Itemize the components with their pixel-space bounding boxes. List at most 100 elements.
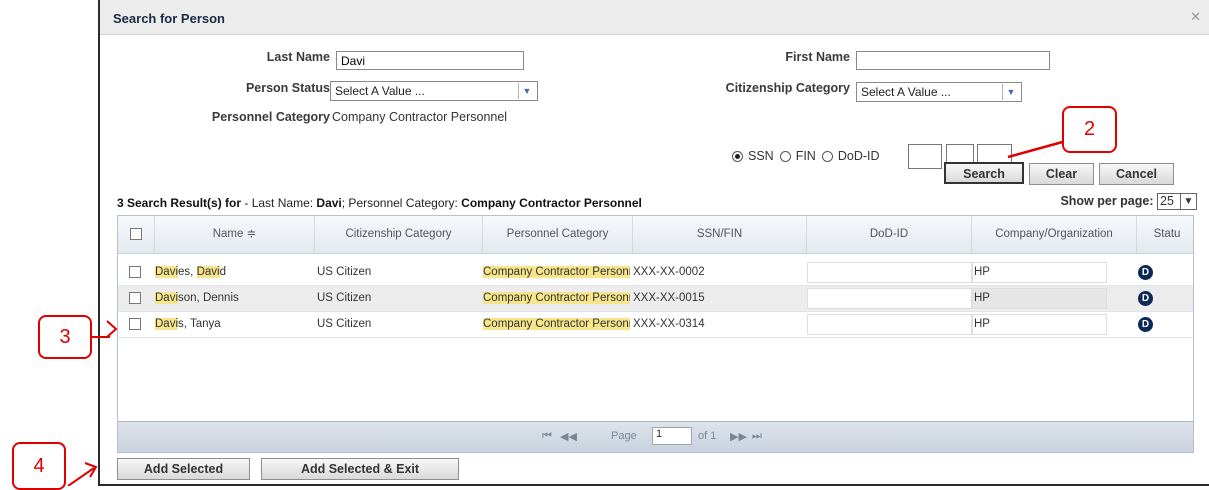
status-d-icon[interactable]: D (1138, 317, 1153, 332)
callout-3: 3 (38, 315, 92, 359)
ssn-cell: XXX-XX-0002 (633, 266, 705, 278)
per-page-control: Show per page: 25 ▼ (1060, 193, 1197, 210)
column-header-dod-id[interactable]: DoD-ID (807, 216, 972, 253)
column-header-company[interactable]: Company/Organization (972, 216, 1137, 253)
citizenship-category-select[interactable]: Select A Value ... ▼ (856, 82, 1022, 102)
table-row[interactable]: Davison, Dennis US Citizen Company Contr… (118, 286, 1193, 312)
citizenship-cell: US Citizen (317, 266, 372, 278)
fin-radio[interactable] (779, 150, 791, 162)
first-name-label: First Name (785, 50, 850, 64)
results-criteria-mid: ; Personnel Category: (341, 196, 462, 210)
chevron-down-icon[interactable]: ▼ (1180, 194, 1196, 209)
citizenship-category-value: Select A Value ... (861, 85, 951, 99)
next-page-icon[interactable]: ▶▶ (730, 430, 747, 443)
pagination-bar: ⏮ ◀◀ Page 1 of 1 ▶▶ ⏭ (118, 421, 1193, 452)
name-text: s, Tanya (178, 318, 221, 330)
last-page-icon[interactable]: ⏭ (752, 430, 762, 443)
personnel-category-value: Company Contractor Personnel (332, 110, 508, 124)
name-text: es, (178, 266, 197, 278)
category-highlight: Company Contractor Personn (483, 292, 630, 304)
callout-4-arrow-line (67, 467, 95, 486)
last-name-input[interactable] (336, 51, 524, 70)
clear-button[interactable]: Clear (1029, 163, 1094, 185)
personnel-category-cell: Company Contractor Personn (483, 312, 630, 337)
results-summary: 3 Search Result(s) for - Last Name: Davi… (117, 196, 642, 210)
company-cell: HP (974, 266, 990, 278)
add-selected-button[interactable]: Add Selected (117, 458, 250, 480)
callout-2: 2 (1062, 106, 1117, 153)
results-count: 3 Search Result(s) for (117, 196, 242, 210)
company-cell-box (972, 314, 1107, 335)
table-header: Name ≑ Citizenship Category Personnel Ca… (118, 216, 1193, 254)
results-category: Company Contractor Personnel (461, 196, 642, 210)
name-cell: Davis, Tanya (155, 312, 221, 337)
search-person-dialog: Search for Person ✕ Last Name Person Sta… (98, 0, 1209, 486)
ssn-cell: XXX-XX-0314 (633, 318, 705, 330)
column-header-ssn-fin[interactable]: SSN/FIN (633, 216, 807, 253)
dod-id-cell (807, 262, 972, 283)
name-text: son, Dennis (178, 292, 239, 304)
row-checkbox[interactable] (129, 317, 141, 330)
citizenship-category-label: Citizenship Category (725, 81, 850, 95)
results-last-name: Davi (316, 196, 342, 210)
results-criteria-prefix: - Last Name: (241, 196, 317, 210)
per-page-value: 25 (1160, 194, 1174, 208)
chevron-down-icon[interactable]: ▼ (1002, 84, 1019, 100)
per-page-select[interactable]: 25 ▼ (1157, 193, 1197, 210)
dialog-title: Search for Person (113, 11, 225, 26)
column-header-name[interactable]: Name ≑ (155, 216, 315, 253)
first-page-icon[interactable]: ⏮ (542, 430, 552, 443)
add-selected-exit-button[interactable]: Add Selected & Exit (261, 458, 459, 480)
personnel-category-cell: Company Contractor Personn (483, 286, 630, 311)
last-name-label: Last Name (266, 50, 330, 64)
person-status-label: Person Status (245, 81, 330, 95)
fin-radio-label: FIN (795, 149, 816, 163)
personnel-category-cell: Company Contractor Personn (483, 260, 630, 285)
ssn-radio[interactable] (732, 150, 743, 162)
row-checkbox[interactable] (129, 291, 141, 304)
results-table: Name ≑ Citizenship Category Personnel Ca… (117, 215, 1194, 453)
ssn-cell: XXX-XX-0015 (633, 292, 705, 304)
cancel-button[interactable]: Cancel (1099, 163, 1174, 185)
company-cell-box (972, 288, 1107, 309)
name-text: d (219, 266, 226, 278)
per-page-label: Show per page: (1060, 193, 1154, 208)
column-header-citizenship[interactable]: Citizenship Category (315, 216, 483, 253)
first-name-input[interactable] (856, 51, 1050, 70)
page-number-input[interactable]: 1 (652, 427, 692, 445)
dod-id-cell (807, 314, 972, 335)
search-button[interactable]: Search (944, 162, 1024, 184)
person-status-select[interactable]: Select A Value ... ▼ (330, 81, 538, 101)
row-checkbox-cell (129, 260, 141, 285)
table-row[interactable]: Davis, Tanya US Citizen Company Contract… (118, 312, 1193, 338)
ssn-part1-input[interactable] (908, 144, 942, 169)
name-highlight: Davi (196, 266, 220, 278)
row-checkbox-cell (129, 286, 141, 311)
select-all-checkbox[interactable] (130, 227, 142, 240)
name-cell: Davison, Dennis (155, 286, 239, 311)
category-highlight: Company Contractor Personn (483, 266, 630, 278)
dialog-titlebar: Search for Person ✕ (100, 0, 1209, 35)
category-highlight: Company Contractor Personn (483, 318, 630, 330)
column-header-personnel-category[interactable]: Personnel Category (483, 216, 633, 253)
prev-page-icon[interactable]: ◀◀ (560, 430, 577, 443)
row-checkbox[interactable] (129, 265, 141, 278)
name-highlight: Davi (155, 292, 179, 304)
company-cell-box (972, 262, 1107, 283)
dod-id-radio[interactable] (821, 150, 833, 162)
chevron-down-icon[interactable]: ▼ (518, 83, 535, 99)
page-of-label: of 1 (698, 430, 717, 442)
status-d-icon[interactable]: D (1138, 291, 1153, 306)
dod-id-radio-label: DoD-ID (837, 149, 880, 163)
callout-4: 4 (12, 442, 66, 490)
ssn-radio-label: SSN (748, 149, 774, 163)
callout-4-arrowhead (84, 462, 98, 478)
page-label: Page (611, 430, 637, 442)
select-all-cell (118, 216, 155, 253)
citizenship-cell: US Citizen (317, 318, 372, 330)
close-icon[interactable]: ✕ (1190, 9, 1201, 25)
column-header-status[interactable]: Statu (1137, 216, 1193, 253)
table-row[interactable]: Davies, David US Citizen Company Contrac… (118, 260, 1193, 286)
status-d-icon[interactable]: D (1138, 265, 1153, 280)
id-type-radio-group: SSN FIN DoD-ID (732, 149, 880, 163)
